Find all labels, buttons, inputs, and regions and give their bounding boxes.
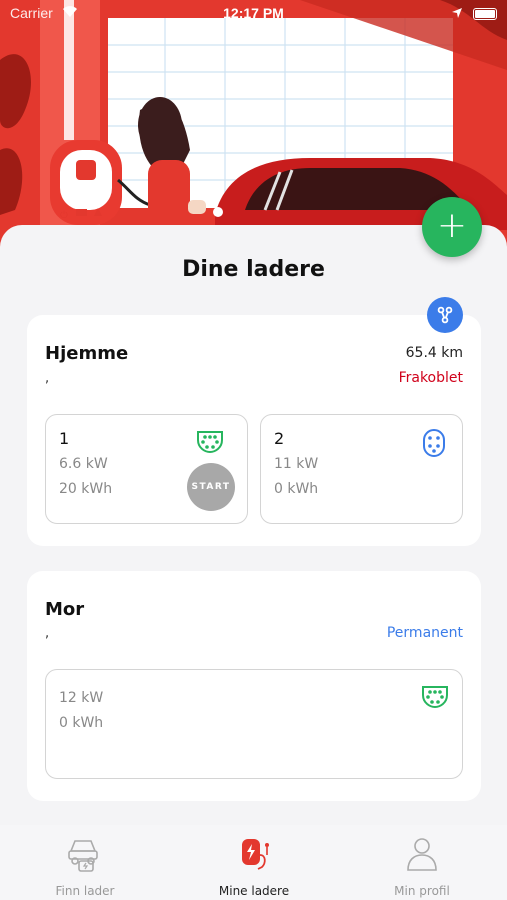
share-icon <box>437 306 453 324</box>
outlet-energy: 0 kWh <box>59 715 104 731</box>
location-address: , <box>45 371 50 386</box>
tab-min-profil[interactable]: Min profil <box>357 830 487 898</box>
location-name: Hjemme <box>45 343 129 364</box>
location-arrow-icon <box>451 6 463 22</box>
tab-label: Finn lader <box>55 884 115 898</box>
status-time: 12:17 PM <box>223 5 284 21</box>
share-button[interactable] <box>427 297 463 333</box>
outlet-energy: 0 kWh <box>274 481 319 497</box>
location-distance: 65.4 km <box>405 345 463 361</box>
plus-icon: + <box>436 204 468 246</box>
svg-text:⏻: ⏻ <box>60 210 68 221</box>
location-card-mor[interactable]: Mor , Permanent 12 kW 0 kWh <box>27 571 481 801</box>
car-charger-icon <box>68 840 98 872</box>
outlet-number: 1 <box>59 429 70 448</box>
charging-station-icon <box>242 839 269 870</box>
location-status: Frakoblet <box>398 370 463 386</box>
outlet-power: 6.6 kW <box>59 456 108 472</box>
battery-icon <box>473 8 497 20</box>
tab-label: Mine ladere <box>218 884 290 898</box>
location-address: , <box>45 626 50 641</box>
location-card-hjemme[interactable]: Hjemme , 65.4 km Frakoblet 1 6.6 kW 20 k… <box>27 315 481 546</box>
type1-plug-icon <box>423 429 445 457</box>
type2-plug-icon <box>422 686 448 709</box>
page-title: Dine ladere <box>182 257 325 282</box>
tab-bar: Finn lader Mine ladere Min profil <box>0 825 507 900</box>
outlet-power: 11 kW <box>274 456 319 472</box>
location-status: Permanent <box>386 625 463 641</box>
outlet-energy: 20 kWh <box>59 481 113 497</box>
tab-mine-ladere[interactable]: Mine ladere <box>189 830 319 898</box>
status-bar: Carrier 12:17 PM <box>0 0 507 28</box>
outlet-card-2[interactable]: 2 11 kW 0 kWh <box>260 414 463 524</box>
user-profile-icon <box>407 838 437 871</box>
type2-plug-icon <box>197 431 223 454</box>
outlet-power: 12 kW <box>59 690 104 706</box>
start-charging-button[interactable]: START <box>187 463 235 511</box>
tab-finn-lader[interactable]: Finn lader <box>20 830 150 898</box>
outlet-number: 2 <box>274 429 285 448</box>
outlet-card-1[interactable]: 12 kW 0 kWh <box>45 669 463 779</box>
add-charger-button[interactable]: + <box>422 197 482 257</box>
location-name: Mor <box>45 599 85 620</box>
tab-label: Min profil <box>394 884 450 898</box>
outlet-card-1[interactable]: 1 6.6 kW 20 kWh START <box>45 414 248 524</box>
